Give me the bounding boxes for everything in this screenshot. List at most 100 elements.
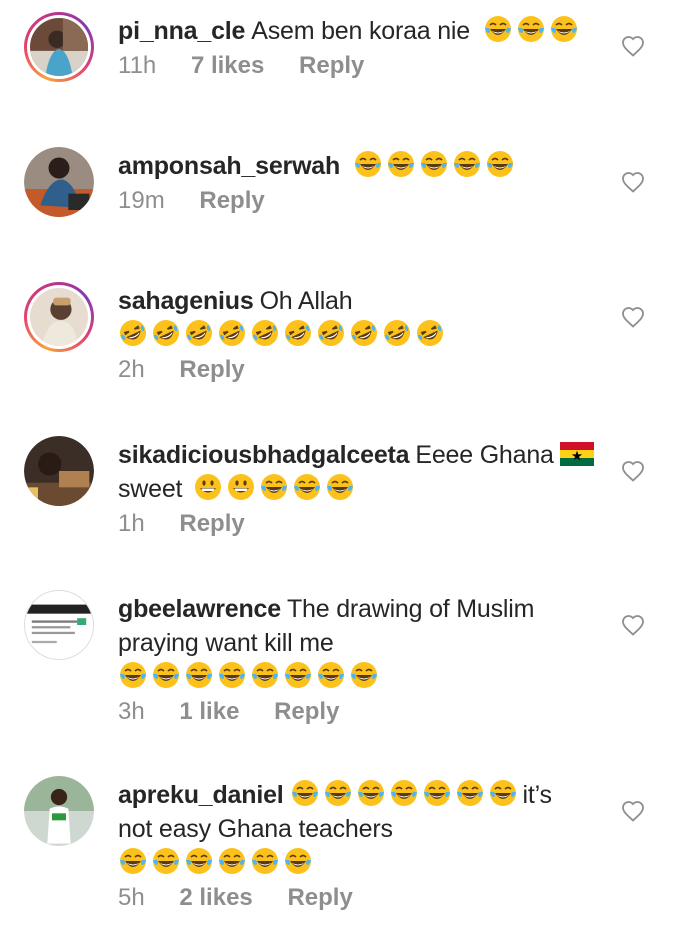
tears-of-joy-emoji-icon <box>488 778 518 808</box>
rofl-emoji-icon <box>184 318 214 348</box>
tears-of-joy-emoji-icon <box>419 149 449 179</box>
avatar[interactable] <box>24 590 94 660</box>
comment-text: sahagenius Oh Allah <box>118 284 603 352</box>
likes-count[interactable]: 7 likes <box>191 52 264 79</box>
rofl-emoji-icon <box>415 318 445 348</box>
comment-body: it’s <box>522 781 553 809</box>
comment-body: Asem ben koraa nie <box>251 17 470 45</box>
tears-of-joy-emoji-icon <box>259 472 289 502</box>
comment-body-continued: sweet <box>118 475 183 503</box>
username-link[interactable]: sahagenius <box>118 287 254 315</box>
rofl-emoji-icon <box>250 318 280 348</box>
heart-icon[interactable] <box>621 614 645 636</box>
avatar[interactable] <box>24 282 94 352</box>
comment-meta: 5h 2 likes Reply <box>118 884 603 912</box>
tears-of-joy-emoji-icon <box>292 472 322 502</box>
timestamp: 5h <box>118 884 145 911</box>
comment-text: pi_nna_cle Asem ben koraa nie <box>118 14 603 48</box>
tears-of-joy-emoji-icon <box>325 472 355 502</box>
comment-body-continued: praying want kill me <box>118 629 334 657</box>
tears-of-joy-emoji-icon <box>323 778 353 808</box>
grinning-emoji-icon <box>226 472 256 502</box>
timestamp: 2h <box>118 356 145 383</box>
tears-of-joy-emoji-icon <box>184 846 214 876</box>
rofl-emoji-icon <box>349 318 379 348</box>
emoji-row <box>193 472 358 503</box>
tears-of-joy-emoji-icon <box>452 149 482 179</box>
tears-of-joy-emoji-icon <box>118 846 148 876</box>
comment-body: Eeee Ghana <box>415 441 554 469</box>
emoji-row <box>118 846 316 877</box>
rofl-emoji-icon <box>316 318 346 348</box>
tears-of-joy-emoji-icon <box>389 778 419 808</box>
rofl-emoji-icon <box>382 318 412 348</box>
tears-of-joy-emoji-icon <box>353 149 383 179</box>
reply-button[interactable]: Reply <box>179 356 244 383</box>
avatar[interactable] <box>24 436 94 506</box>
tears-of-joy-emoji-icon <box>349 660 379 690</box>
likes-count[interactable]: 1 like <box>179 698 239 725</box>
rofl-emoji-icon <box>118 318 148 348</box>
username-link[interactable]: sikadiciousbhadgalceeta <box>118 441 410 469</box>
timestamp: 11h <box>118 52 157 79</box>
timestamp: 1h <box>118 510 145 537</box>
rofl-emoji-icon <box>283 318 313 348</box>
tears-of-joy-emoji-icon <box>250 846 280 876</box>
reply-button[interactable]: Reply <box>274 698 339 725</box>
comment-meta: 11h 7 likes Reply <box>118 52 603 80</box>
comment-body: The drawing of Muslim <box>286 595 535 623</box>
ghana-flag-icon <box>559 441 594 466</box>
avatar[interactable] <box>24 776 94 846</box>
heart-icon[interactable] <box>621 800 645 822</box>
username-link[interactable]: apreku_daniel <box>118 781 284 809</box>
reply-button[interactable]: Reply <box>199 187 264 214</box>
reply-button[interactable]: Reply <box>179 510 244 537</box>
comment-meta: 2h Reply <box>118 356 603 384</box>
comment-body: Oh Allah <box>259 287 353 315</box>
tears-of-joy-emoji-icon <box>422 778 452 808</box>
emoji-row <box>483 14 582 45</box>
tears-of-joy-emoji-icon <box>386 149 416 179</box>
tears-of-joy-emoji-icon <box>485 149 515 179</box>
emoji-row-inline <box>290 778 521 809</box>
comment-meta: 19m Reply <box>118 187 603 215</box>
emoji-row <box>353 149 518 180</box>
rofl-emoji-icon <box>217 318 247 348</box>
emoji-row <box>118 318 448 349</box>
comment-text: gbeelawrence The drawing of Muslim prayin… <box>118 592 603 694</box>
heart-icon[interactable] <box>621 35 645 57</box>
avatar[interactable] <box>24 12 94 82</box>
comment-text: apreku_daniel it’s not easy Ghana teacher… <box>118 778 603 880</box>
tears-of-joy-emoji-icon <box>283 846 313 876</box>
tears-of-joy-emoji-icon <box>151 660 181 690</box>
tears-of-joy-emoji-icon <box>290 778 320 808</box>
grinning-emoji-icon <box>193 472 223 502</box>
tears-of-joy-emoji-icon <box>316 660 346 690</box>
tears-of-joy-emoji-icon <box>217 660 247 690</box>
tears-of-joy-emoji-icon <box>455 778 485 808</box>
heart-icon[interactable] <box>621 171 645 193</box>
comment-body-continued: not easy Ghana teachers <box>118 815 393 843</box>
reply-button[interactable]: Reply <box>299 52 364 79</box>
username-link[interactable]: gbeelawrence <box>118 595 281 623</box>
tears-of-joy-emoji-icon <box>184 660 214 690</box>
comment-text: amponsah_serwah <box>118 149 603 183</box>
tears-of-joy-emoji-icon <box>118 660 148 690</box>
tears-of-joy-emoji-icon <box>516 14 546 44</box>
tears-of-joy-emoji-icon <box>151 846 181 876</box>
avatar[interactable] <box>24 147 94 217</box>
heart-icon[interactable] <box>621 460 645 482</box>
reply-button[interactable]: Reply <box>287 884 352 911</box>
tears-of-joy-emoji-icon <box>217 846 247 876</box>
timestamp: 19m <box>118 187 165 214</box>
heart-icon[interactable] <box>621 306 645 328</box>
comment-meta: 3h 1 like Reply <box>118 698 603 726</box>
username-link[interactable]: pi_nna_cle <box>118 17 245 45</box>
tears-of-joy-emoji-icon <box>549 14 579 44</box>
likes-count[interactable]: 2 likes <box>179 884 252 911</box>
timestamp: 3h <box>118 698 145 725</box>
rofl-emoji-icon <box>151 318 181 348</box>
tears-of-joy-emoji-icon <box>356 778 386 808</box>
username-link[interactable]: amponsah_serwah <box>118 152 340 180</box>
tears-of-joy-emoji-icon <box>483 14 513 44</box>
